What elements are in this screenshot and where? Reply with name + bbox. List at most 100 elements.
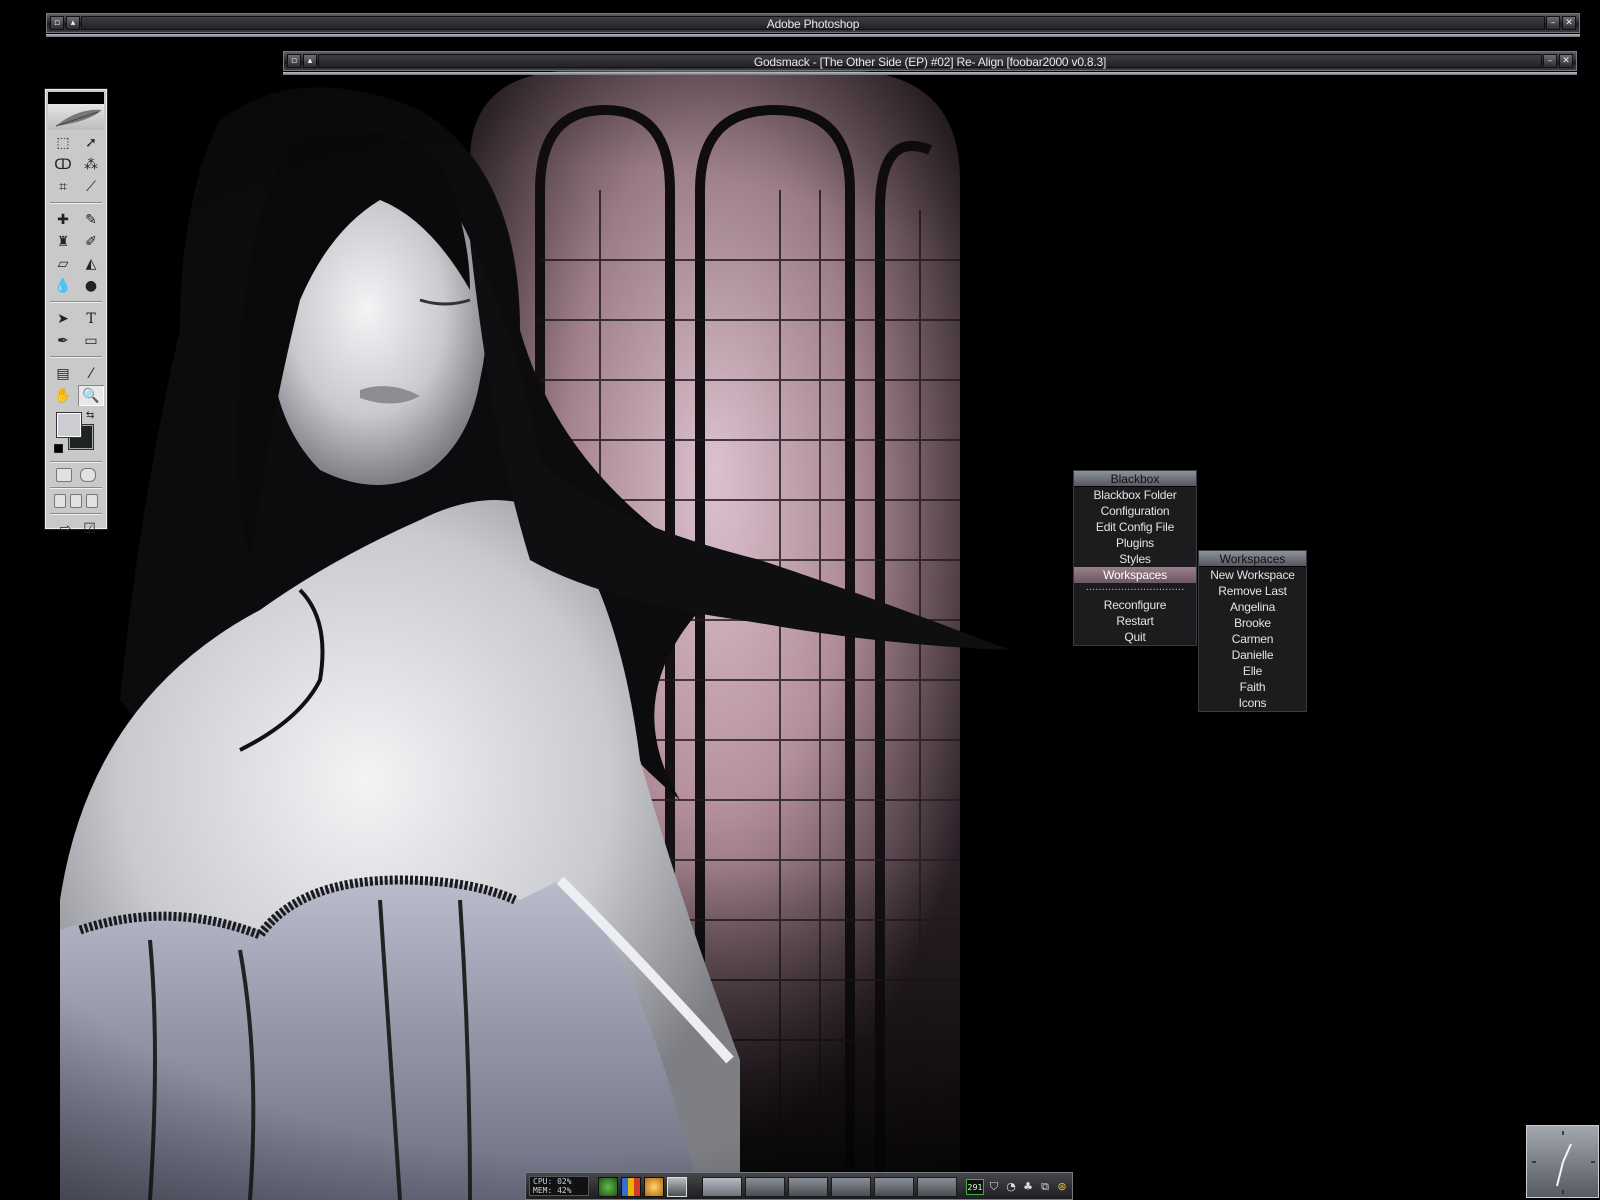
lasso-icon[interactable]: ↀ <box>50 154 76 175</box>
leaf-app-icon[interactable] <box>598 1177 618 1197</box>
desktop-wallpaper <box>0 0 1600 1200</box>
toolbox-divider <box>50 356 102 358</box>
slice-icon[interactable]: ⟋ <box>78 176 104 197</box>
screen-mode-full-icon[interactable] <box>86 494 98 508</box>
menu-title[interactable]: Blackbox <box>1074 471 1196 487</box>
menu-item-remove-last[interactable]: Remove Last <box>1199 583 1306 599</box>
window-app-icon[interactable] <box>667 1177 687 1197</box>
notes-icon[interactable]: ▤ <box>50 363 76 384</box>
menu-item-edit-config-file[interactable]: Edit Config File <box>1074 519 1196 535</box>
menu-item-workspace-danielle[interactable]: Danielle <box>1199 647 1306 663</box>
task-slot[interactable] <box>788 1177 828 1197</box>
tray-counter: 291 <box>967 1183 983 1192</box>
eraser-icon[interactable]: ▱ <box>50 253 76 274</box>
menu-item-workspace-icons[interactable]: Icons <box>1199 695 1306 711</box>
path-selection-icon[interactable]: ➤ <box>50 308 76 329</box>
pen-icon[interactable]: ✒ <box>50 330 76 351</box>
default-colors-icon[interactable] <box>54 444 63 453</box>
menu-item-new-workspace[interactable]: New Workspace <box>1199 567 1306 583</box>
type-icon[interactable]: T <box>78 308 104 329</box>
window-menu-button[interactable]: ▫ <box>287 54 301 68</box>
hand-icon[interactable]: ✋ <box>50 385 76 406</box>
window-title: Adobe Photoshop <box>81 16 1545 31</box>
photoshop-titlebar[interactable]: ▫ ▴ Adobe Photoshop – ✕ <box>46 13 1580 37</box>
color-swatches: ⇆ <box>50 410 102 458</box>
connection-icon[interactable]: ⧉ <box>1038 1179 1052 1195</box>
blackbox-menu: Blackbox Blackbox Folder Configuration E… <box>1073 470 1197 646</box>
shade-button[interactable]: ▴ <box>303 54 317 68</box>
shade-button[interactable]: ▴ <box>66 16 80 30</box>
screen-mode-full-menu-icon[interactable] <box>70 494 82 508</box>
menu-separator: ............................... <box>1085 583 1185 593</box>
magic-wand-icon[interactable]: ⁂ <box>78 154 104 175</box>
task-slot[interactable] <box>917 1177 957 1197</box>
close-button[interactable]: ✕ <box>1562 16 1576 30</box>
titlebar-divider <box>46 34 1580 37</box>
toolbox-divider <box>50 461 102 463</box>
dodge-icon[interactable]: ● <box>78 275 104 296</box>
cpu-mem-monitor: CPU: 02% MEM: 42% <box>529 1176 589 1196</box>
screen-mode-standard-icon[interactable] <box>54 494 66 508</box>
healing-brush-icon[interactable]: ✚ <box>50 209 76 230</box>
foreground-color-swatch[interactable] <box>56 412 82 438</box>
crop-icon[interactable]: ⌗ <box>50 176 76 197</box>
mem-label: MEM: <box>533 1186 553 1195</box>
swap-colors-icon[interactable]: ⇆ <box>86 410 94 421</box>
counter-icon[interactable]: 291 <box>966 1179 984 1195</box>
volume-icon[interactable]: ◔ <box>1004 1179 1018 1195</box>
palette-app-icon[interactable] <box>644 1177 664 1197</box>
window-menu-button[interactable]: ▫ <box>50 16 64 30</box>
network-icon[interactable]: ♣ <box>1021 1179 1035 1195</box>
photoshop-toolbox: ⬚ ➚ ↀ ⁂ ⌗ ⟋ ✚ ✎ ♜ ✐ ▱ ◭ 💧 ● ➤ T ✒ ▭ ▤ ⁄ … <box>45 89 107 537</box>
menu-item-workspace-brooke[interactable]: Brooke <box>1199 615 1306 631</box>
menu-item-workspace-angelina[interactable]: Angelina <box>1199 599 1306 615</box>
menu-item-workspace-faith[interactable]: Faith <box>1199 679 1306 695</box>
cpu-value: 02% <box>557 1177 572 1186</box>
media-icon[interactable]: ⊛ <box>1055 1179 1069 1195</box>
taskbar: CPU: 02% MEM: 42% 291 ⛉ ◔ ♣ ⧉ ⊛ <box>525 1172 1073 1200</box>
menu-item-styles[interactable]: Styles <box>1074 551 1196 567</box>
menu-item-reconfigure[interactable]: Reconfigure <box>1074 597 1196 613</box>
edit-in-icon[interactable]: ☑ <box>81 520 99 538</box>
minimize-button[interactable]: – <box>1543 54 1557 68</box>
rectangle-icon[interactable]: ▭ <box>78 330 104 351</box>
task-slot[interactable] <box>702 1177 742 1197</box>
paint-bucket-icon[interactable]: ◭ <box>78 253 104 274</box>
task-slot[interactable] <box>831 1177 871 1197</box>
zoom-icon[interactable]: 🔍 <box>78 385 104 406</box>
foobar-titlebar[interactable]: ▫ ▴ Godsmack - [The Other Side (EP) #02]… <box>283 51 1577 75</box>
jump-to-imageready-icon[interactable]: ⇨ <box>54 520 78 538</box>
eyedropper-icon[interactable]: ⁄ <box>78 363 104 384</box>
menu-item-restart[interactable]: Restart <box>1074 613 1196 629</box>
menu-item-workspace-carmen[interactable]: Carmen <box>1199 631 1306 647</box>
menu-item-blackbox-folder[interactable]: Blackbox Folder <box>1074 487 1196 503</box>
menu-item-workspace-elle[interactable]: Elle <box>1199 663 1306 679</box>
mem-value: 42% <box>557 1186 572 1195</box>
minimize-button[interactable]: – <box>1546 16 1560 30</box>
standard-mode-icon[interactable] <box>56 468 72 482</box>
toolbox-divider <box>50 487 102 489</box>
task-slot[interactable] <box>874 1177 914 1197</box>
history-brush-icon[interactable]: ✐ <box>78 231 104 252</box>
task-slot[interactable] <box>745 1177 785 1197</box>
toolbox-divider <box>50 301 102 303</box>
workspaces-submenu: Workspaces New Workspace Remove Last Ang… <box>1198 550 1307 712</box>
chart-app-icon[interactable] <box>621 1177 641 1197</box>
quick-mask-icon[interactable] <box>80 468 96 482</box>
toolbox-divider <box>50 202 102 204</box>
brush-icon[interactable]: ✎ <box>78 209 104 230</box>
marquee-icon[interactable]: ⬚ <box>50 132 76 153</box>
blur-icon[interactable]: 💧 <box>50 275 76 296</box>
menu-title[interactable]: Workspaces <box>1199 551 1306 567</box>
menu-item-plugins[interactable]: Plugins <box>1074 535 1196 551</box>
clone-stamp-icon[interactable]: ♜ <box>50 231 76 252</box>
menu-item-configuration[interactable]: Configuration <box>1074 503 1196 519</box>
close-button[interactable]: ✕ <box>1559 54 1573 68</box>
menu-item-quit[interactable]: Quit <box>1074 629 1196 645</box>
move-icon[interactable]: ➚ <box>78 132 104 153</box>
menu-item-workspaces[interactable]: Workspaces <box>1074 567 1196 583</box>
titlebar-divider <box>283 72 1577 75</box>
shield-icon[interactable]: ⛉ <box>987 1179 1001 1195</box>
feather-logo[interactable] <box>48 104 104 130</box>
toolbox-header[interactable] <box>48 92 104 104</box>
